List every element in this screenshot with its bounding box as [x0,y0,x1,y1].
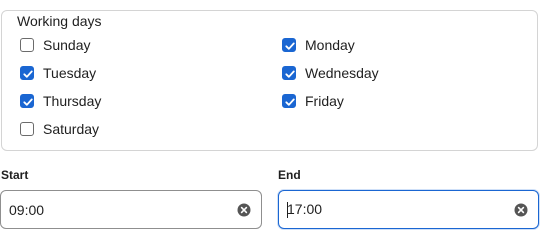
clear-start-icon[interactable] [237,203,251,217]
end-label: End [278,168,301,182]
checkbox-label-friday: Friday [305,93,344,109]
checkbox-friday[interactable] [282,94,296,108]
checkbox-sunday[interactable] [20,38,34,52]
checkmark-icon [285,42,295,50]
checkbox-row-saturday[interactable]: Saturday [20,119,99,139]
checkbox-label-tuesday: Tuesday [43,65,97,81]
checkbox-label-wednesday: Wednesday [305,65,379,81]
start-time-input[interactable]: 09:00 [0,190,262,229]
checkbox-tuesday[interactable] [20,66,34,80]
checkbox-wednesday[interactable] [282,66,296,80]
checkbox-row-tuesday[interactable]: Tuesday [20,63,96,83]
checkbox-row-wednesday[interactable]: Wednesday [282,63,379,83]
end-time-value: 17:00 [287,200,323,217]
end-time-field: 17:00 [287,200,538,219]
start-time-value: 09:00 [9,201,45,218]
checkbox-label-monday: Monday [305,37,355,53]
checkmark-icon [285,98,295,106]
checkbox-monday[interactable] [282,38,296,52]
checkbox-thursday[interactable] [20,94,34,108]
checkbox-row-monday[interactable]: Monday [282,35,355,55]
working-days-fieldset: Working days Sunday Tuesday Thursday Sat… [1,10,538,151]
checkmark-icon [23,98,33,106]
start-label: Start [1,168,29,182]
checkmark-icon [285,70,295,78]
checkbox-label-saturday: Saturday [43,121,100,137]
checkbox-label-thursday: Thursday [43,93,102,109]
checkbox-row-thursday[interactable]: Thursday [20,91,101,111]
checkbox-saturday[interactable] [20,122,34,136]
end-time-input[interactable]: 17:00 [278,190,539,229]
checkmark-icon [23,70,33,78]
checkbox-row-friday[interactable]: Friday [282,91,344,111]
checkbox-row-sunday[interactable]: Sunday [20,35,90,55]
working-days-legend: Working days [11,12,108,30]
checkbox-label-sunday: Sunday [43,37,91,53]
clear-end-icon[interactable] [514,203,528,217]
